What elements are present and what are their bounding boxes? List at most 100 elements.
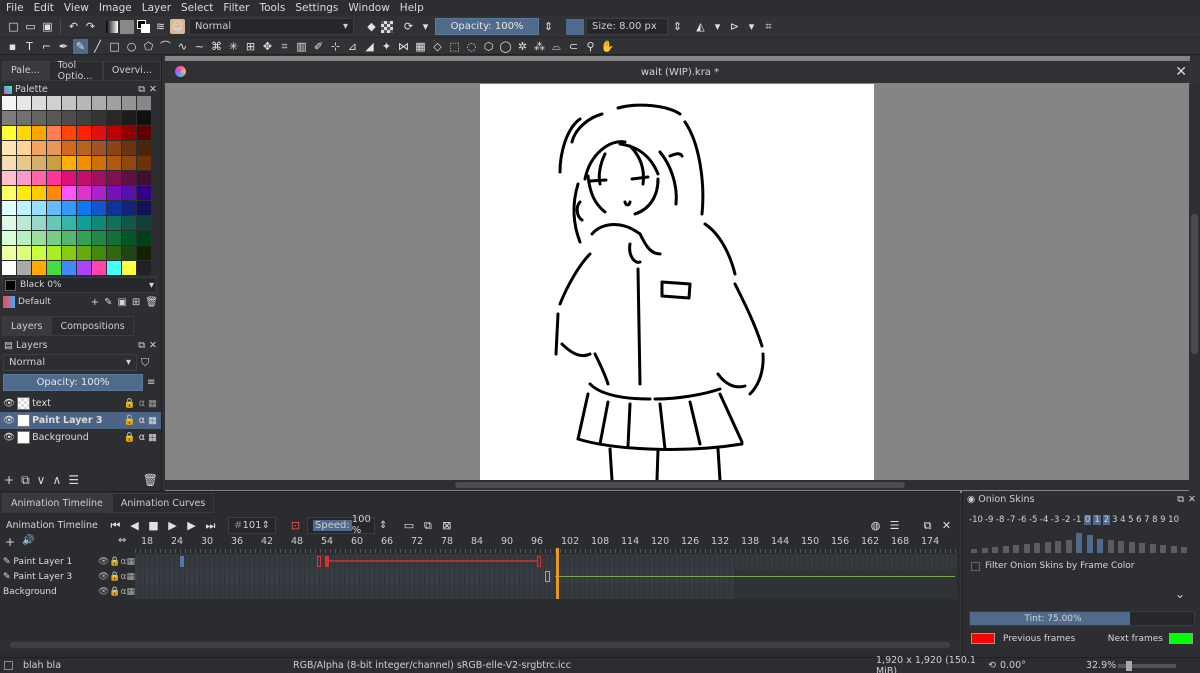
delete-layer-icon[interactable]: 🗑 [143,473,158,487]
palette-swatch[interactable] [137,231,151,245]
palette-swatch[interactable] [92,111,106,125]
drop-frames-icon[interactable]: ⊡ [288,518,303,533]
palette-swatch[interactable] [47,261,61,275]
perspective-grid-icon[interactable]: ⋈ [396,39,411,54]
tint-slider[interactable]: Tint: 75.00% [969,611,1195,626]
bezier-select-icon[interactable]: ⌓ [549,39,564,54]
chevron-down-icon[interactable]: ▾ [744,19,759,34]
lock-icon[interactable]: 🔒 [124,398,136,409]
palette-swatch[interactable] [62,231,76,245]
onion-frame-number[interactable]: -8 [996,515,1005,525]
onion-opacity-bar[interactable] [1023,544,1030,553]
menu-item-edit[interactable]: Edit [34,2,54,14]
pan-tool-icon[interactable]: ✋ [600,39,615,54]
zoom-tool-icon[interactable]: ⚲ [583,39,598,54]
palette-swatch[interactable] [122,171,136,185]
edit-shapes-icon[interactable]: ⌐ [39,39,54,54]
palette-swatch[interactable] [62,201,76,215]
onion-frame-number[interactable]: 4 [1120,515,1126,525]
next-keyframe-icon[interactable]: ▶ [184,518,199,533]
zoom-frames-icon[interactable]: ▭ [401,518,416,533]
onion-frame-number[interactable]: 7 [1144,515,1150,525]
onion-frame-number[interactable]: 6 [1136,515,1142,525]
palette-swatch[interactable] [137,171,151,185]
first-frame-icon[interactable]: ⏮ [108,518,123,533]
palette-swatch[interactable] [92,261,106,275]
palette-swatch[interactable] [77,201,91,215]
canvas-page[interactable] [480,84,874,480]
pattern-swatch-icon[interactable] [120,19,134,34]
palette-swatch[interactable] [137,216,151,230]
onion-opacity-bar[interactable] [1118,541,1124,553]
zoom-slider[interactable] [1117,660,1176,671]
menu-item-window[interactable]: Window [348,2,389,14]
palette-swatch[interactable] [107,216,121,230]
tab-animation-curves[interactable]: Animation Curves [111,493,215,513]
menu-item-view[interactable]: View [64,2,89,14]
onion-opacity-bar[interactable] [1002,546,1009,553]
palette-swatch[interactable] [137,141,151,155]
layer-item-paint-layer-3[interactable]: 👁 Paint Layer 3 🔓 α ▦ [0,412,161,429]
properties-icon[interactable]: ☰ [68,473,79,487]
ellipse-tool-icon[interactable]: ○ [124,39,139,54]
palette-swatch[interactable] [122,246,136,260]
onion-frame-number[interactable]: 5 [1128,515,1134,525]
polygon-tool-icon[interactable]: ⬠ [141,39,156,54]
polyline-tool-icon[interactable]: ⌒ [158,39,173,54]
track-paint-layer-1[interactable]: ✎ Paint Layer 1 👁🔒α▦ [0,554,135,569]
palette-swatch[interactable] [137,111,151,125]
onion-frame-number[interactable]: -6 [1018,515,1027,525]
onion-icon[interactable]: ▦ [148,398,157,409]
palette-swatch[interactable] [17,201,31,215]
play-icon[interactable]: ▶ [165,518,180,533]
clear-cache-icon[interactable]: ⊠ [439,518,454,533]
palette-swatch[interactable] [32,186,46,200]
palette-swatch[interactable] [47,246,61,260]
palette-swatch[interactable] [122,231,136,245]
magnetic-select-icon[interactable]: ⊂ [566,39,581,54]
palette-swatch[interactable] [2,186,16,200]
palette-swatch[interactable] [77,141,91,155]
chevron-down-icon[interactable]: ⌄ [1175,587,1185,601]
palette-swatch[interactable] [47,231,61,245]
palette-swatch[interactable] [2,141,16,155]
lock-icon[interactable]: 🔓 [124,415,136,426]
polygon-select-icon[interactable]: ⬡ [481,39,496,54]
onion-frame-number[interactable]: -2 [1062,515,1071,525]
palette-swatch[interactable] [2,261,16,275]
onion-opacity-bar[interactable] [1128,542,1135,553]
palette-swatch[interactable] [107,111,121,125]
palette-swatch[interactable] [62,171,76,185]
assistant-tool-icon[interactable]: ⊹ [328,39,343,54]
palette-swatch[interactable] [32,246,46,260]
select-shapes-icon[interactable]: ▪ [5,39,20,54]
palette-swatch[interactable] [137,126,151,140]
alpha-lock-icon[interactable] [381,20,393,33]
opacity-slider[interactable]: Opacity: 100% [435,18,539,35]
float-icon[interactable]: ⧉ [138,84,145,95]
alpha-icon[interactable]: α [139,415,145,426]
palette-swatch[interactable] [107,201,121,215]
palette-swatch[interactable] [107,171,121,185]
close-icon[interactable]: ✕ [149,84,157,95]
palette-swatch[interactable] [32,231,46,245]
spin-arrows-icon[interactable]: ⇕ [541,19,556,34]
palette-swatch[interactable] [137,96,151,110]
calligraphy-icon[interactable]: ✒ [56,39,71,54]
scrollbar-thumb[interactable] [1191,214,1198,354]
onion-frame-number[interactable]: -5 [1029,515,1038,525]
float-icon[interactable]: ⧉ [138,340,145,351]
palette-swatch[interactable] [122,111,136,125]
palette-swatch[interactable] [2,126,16,140]
onion-frame-number[interactable]: -9 [985,515,994,525]
eye-icon[interactable]: 👁 [3,415,15,426]
menu-item-layer[interactable]: Layer [142,2,171,14]
wrap-around-icon[interactable]: ⌗ [761,19,776,34]
palette-swatch[interactable] [122,156,136,170]
tab-palette[interactable]: Pale... [2,60,49,81]
palette-swatch[interactable] [77,96,91,110]
save-icon[interactable]: ▣ [40,19,55,34]
palette-swatch[interactable] [107,96,121,110]
onion-opacity-bar[interactable] [1034,543,1040,553]
add-icon[interactable]: + [91,297,99,308]
